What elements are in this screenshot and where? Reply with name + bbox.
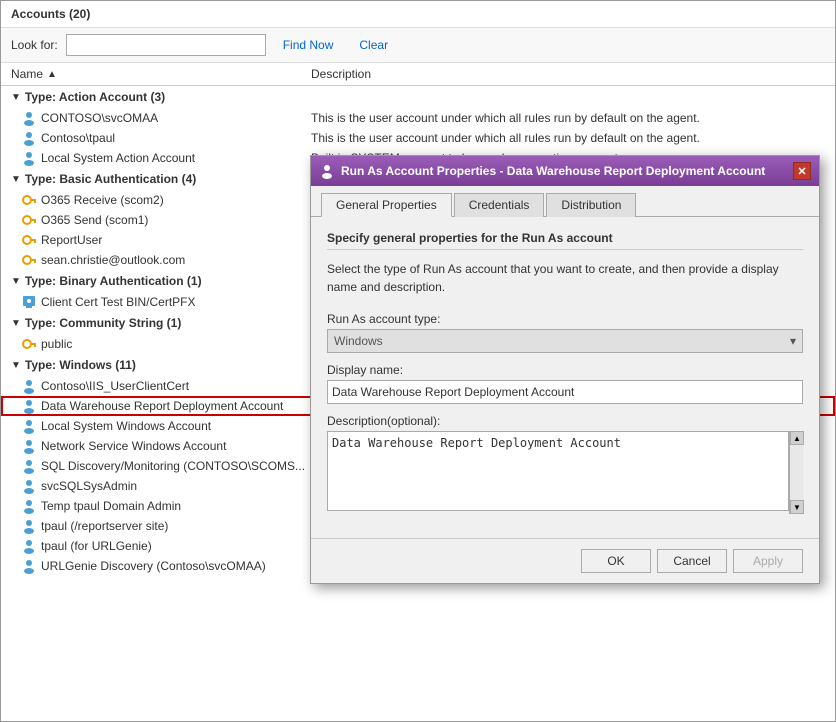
dropdown-arrow-icon: ▾ — [790, 334, 796, 348]
item-name: O365 Send (scom1) — [21, 212, 311, 228]
accounts-title: Accounts (20) — [1, 1, 835, 28]
sort-arrow-icon: ▲ — [47, 69, 57, 80]
toolbar: Look for: Find Now Clear — [1, 28, 835, 63]
item-name: URLGenie Discovery (Contoso\svcOMAA) — [21, 558, 311, 574]
description-scrollbar: ▲ ▼ — [789, 431, 803, 514]
user-icon — [21, 378, 37, 394]
user-icon — [21, 498, 37, 514]
item-name: SQL Discovery/Monitoring (CONTOSO\SCOMS.… — [21, 458, 311, 474]
section-title: Specify general properties for the Run A… — [327, 231, 803, 250]
find-now-button[interactable]: Find Now — [274, 35, 343, 55]
dialog-title: Run As Account Properties - Data Warehou… — [341, 164, 765, 178]
scrollbar-up-button[interactable]: ▲ — [790, 431, 804, 445]
key-icon — [21, 212, 37, 228]
display-name-input[interactable] — [327, 380, 803, 404]
key-icon — [21, 192, 37, 208]
collapse-arrow-icon: ▼ — [11, 360, 21, 371]
item-name: Local System Windows Account — [21, 418, 311, 434]
clear-button[interactable]: Clear — [350, 35, 397, 55]
item-name: sean.christie@outlook.com — [21, 252, 311, 268]
display-name-row: Display name: — [327, 363, 803, 404]
item-name: tpaul (/reportserver site) — [21, 518, 311, 534]
account-type-select[interactable]: Windows ▾ — [327, 329, 803, 353]
dialog-description: Select the type of Run As account that y… — [327, 260, 803, 296]
dialog-titlebar-left: Run As Account Properties - Data Warehou… — [319, 163, 765, 179]
dialog-close-button[interactable]: ✕ — [793, 162, 811, 180]
key-icon — [21, 336, 37, 352]
description-column-header: Description — [311, 67, 825, 81]
scrollbar-down-button[interactable]: ▼ — [790, 500, 804, 514]
item-name: Local System Action Account — [21, 150, 311, 166]
tab-credentials[interactable]: Credentials — [454, 193, 545, 217]
list-item[interactable]: Contoso\tpaul This is the user account u… — [1, 128, 835, 148]
key-icon — [21, 232, 37, 248]
run-as-account-dialog: Run As Account Properties - Data Warehou… — [310, 155, 820, 584]
key-icon — [21, 252, 37, 268]
user-icon — [21, 398, 37, 414]
collapse-arrow-icon: ▼ — [11, 174, 21, 185]
item-name: O365 Receive (scom2) — [21, 192, 311, 208]
description-row: Description(optional): ▲ ▼ — [327, 414, 803, 514]
item-name: Contoso\IIS_UserClientCert — [21, 378, 311, 394]
user-icon — [21, 130, 37, 146]
list-headers: Name ▲ Description — [1, 63, 835, 86]
user-icon — [21, 458, 37, 474]
account-type-label: Run As account type: — [327, 312, 803, 326]
user-icon — [21, 538, 37, 554]
tab-general-properties[interactable]: General Properties — [321, 193, 452, 217]
user-icon — [21, 518, 37, 534]
item-name: tpaul (for URLGenie) — [21, 538, 311, 554]
collapse-arrow-icon: ▼ — [11, 92, 21, 103]
user-icon — [21, 438, 37, 454]
user-icon — [21, 110, 37, 126]
item-name: CONTOSO\svcOMAA — [21, 110, 311, 126]
item-name: Network Service Windows Account — [21, 438, 311, 454]
name-column-header[interactable]: Name ▲ — [11, 67, 311, 81]
account-type-row: Run As account type: Windows ▾ — [327, 312, 803, 353]
dialog-buttons: OK Cancel Apply — [311, 538, 819, 583]
user-icon — [21, 478, 37, 494]
tab-distribution[interactable]: Distribution — [546, 193, 636, 217]
collapse-arrow-icon: ▼ — [11, 318, 21, 329]
look-for-label: Look for: — [11, 38, 58, 52]
user-icon — [21, 558, 37, 574]
user-icon — [21, 150, 37, 166]
description-textarea[interactable] — [327, 431, 789, 511]
group-header-action-account[interactable]: ▼ Type: Action Account (3) — [1, 86, 835, 108]
item-name: svcSQLSysAdmin — [21, 478, 311, 494]
cancel-button[interactable]: Cancel — [657, 549, 727, 573]
item-name: public — [21, 336, 311, 352]
collapse-arrow-icon: ▼ — [11, 276, 21, 287]
display-name-label: Display name: — [327, 363, 803, 377]
description-textarea-wrapper: ▲ ▼ — [327, 431, 803, 514]
dialog-content: Specify general properties for the Run A… — [311, 217, 819, 538]
list-item[interactable]: CONTOSO\svcOMAA This is the user account… — [1, 108, 835, 128]
dialog-icon — [319, 163, 335, 179]
accounts-count-label: Accounts (20) — [11, 7, 90, 21]
item-name: Temp tpaul Domain Admin — [21, 498, 311, 514]
user-icon — [21, 418, 37, 434]
ok-button[interactable]: OK — [581, 549, 651, 573]
item-name: ReportUser — [21, 232, 311, 248]
search-input[interactable] — [66, 34, 266, 56]
description-label: Description(optional): — [327, 414, 803, 428]
dialog-tabs: General Properties Credentials Distribut… — [311, 186, 819, 217]
dialog-titlebar: Run As Account Properties - Data Warehou… — [311, 156, 819, 186]
cert-icon — [21, 294, 37, 310]
item-name: Data Warehouse Report Deployment Account — [21, 398, 311, 414]
apply-button[interactable]: Apply — [733, 549, 803, 573]
item-name: Client Cert Test BIN/CertPFX — [21, 294, 311, 310]
item-name: Contoso\tpaul — [21, 130, 311, 146]
